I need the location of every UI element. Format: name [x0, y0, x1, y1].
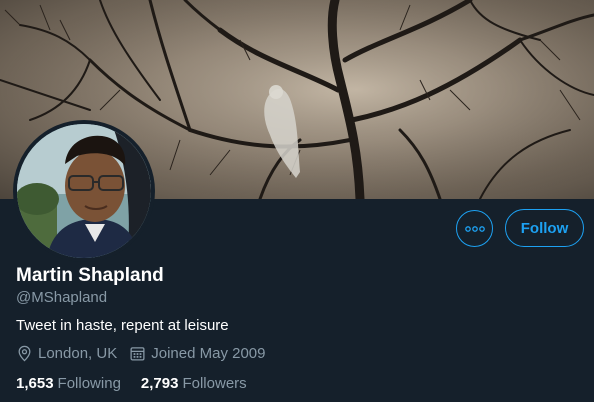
- location-pin-icon: [18, 345, 31, 362]
- profile-meta: London, UK Joined May 2009: [16, 345, 277, 362]
- avatar-photo: [17, 124, 151, 258]
- profile-handle: @MShapland: [16, 289, 108, 306]
- profile-name: Martin Shapland: [16, 265, 164, 286]
- following-link[interactable]: 1,653 Following: [16, 375, 121, 392]
- joined-text: Joined May 2009: [151, 345, 266, 362]
- following-count: 1,653: [16, 375, 54, 392]
- follow-button[interactable]: Follow: [505, 209, 584, 247]
- followers-label: Followers: [182, 375, 247, 392]
- joined-item: Joined May 2009: [129, 345, 265, 362]
- followers-count: 2,793: [140, 375, 179, 392]
- profile-avatar[interactable]: [13, 120, 155, 262]
- follow-counts: 1,653 Following 2,793 Followers: [16, 375, 267, 392]
- profile-bio: Tweet in haste, repent at leisure: [16, 317, 229, 334]
- location-text: London, UK: [38, 345, 118, 362]
- more-options-button[interactable]: [456, 210, 493, 247]
- follow-button-label: Follow: [520, 219, 569, 237]
- avatar-image: [17, 124, 151, 258]
- following-label: Following: [57, 375, 121, 392]
- more-horizontal-icon: [464, 225, 485, 232]
- followers-link[interactable]: 2,793 Followers: [141, 375, 247, 392]
- location-item: London, UK: [16, 345, 117, 362]
- calendar-icon: [130, 347, 145, 361]
